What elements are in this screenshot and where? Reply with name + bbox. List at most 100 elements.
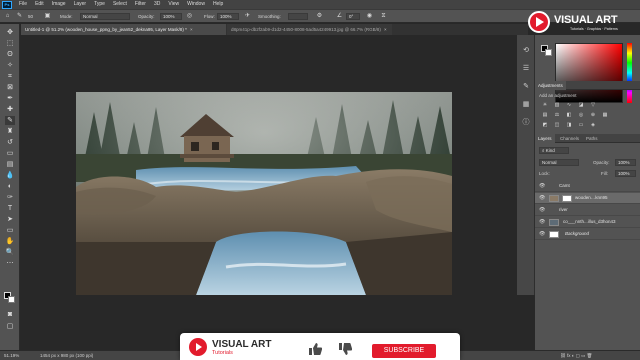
tab-untitled-1[interactable]: Untitled-1 @ 51.2% (wooden_house_ppng_by… (21, 24, 226, 35)
black-white-icon[interactable]: ◧ (565, 112, 573, 118)
menu-edit[interactable]: Edit (31, 0, 48, 9)
visibility-eye-icon[interactable]: 👁 (539, 231, 545, 237)
opacity-input[interactable]: 100% (160, 13, 182, 20)
mode-select[interactable]: Normal (80, 13, 130, 20)
layer-filter-kind[interactable]: ⌕ Kind (539, 147, 569, 154)
layer-row[interactable]: 👁 co___nnth...illus_d3hon43 (535, 217, 640, 228)
visibility-eye-icon[interactable]: 👁 (539, 183, 545, 189)
frame-tool-icon[interactable]: ⊠ (5, 83, 15, 92)
exposure-icon[interactable]: ◪ (577, 102, 585, 108)
layer-row[interactable]: 👁 river (535, 205, 640, 216)
move-tool-icon[interactable]: ✥ (5, 28, 15, 37)
vibrance-icon[interactable]: ▽ (589, 102, 597, 108)
color-balance-icon[interactable]: ⚖ (553, 112, 561, 118)
layer-thumbnail[interactable] (549, 219, 559, 226)
flow-input[interactable]: 100% (217, 13, 239, 20)
background-color-swatch[interactable] (8, 296, 15, 303)
close-icon[interactable]: × (190, 27, 193, 32)
tab-adjustments[interactable]: Adjustments (535, 81, 566, 90)
tab-layers[interactable]: Layers (535, 134, 555, 143)
visibility-eye-icon[interactable]: 👁 (539, 195, 545, 201)
visibility-eye-icon[interactable]: 👁 (539, 219, 545, 225)
pressure-opacity-icon[interactable]: ◎ (186, 13, 193, 20)
curves-icon[interactable]: ∿ (565, 102, 573, 108)
clone-stamp-tool-icon[interactable]: ♜ (5, 127, 15, 136)
thumbs-up-icon[interactable] (308, 342, 322, 356)
history-brush-tool-icon[interactable]: ↺ (5, 138, 15, 147)
document-canvas[interactable] (76, 92, 452, 295)
background-color-chip[interactable] (545, 49, 552, 56)
fill-input[interactable]: 100% (615, 170, 636, 177)
smoothing-input[interactable] (288, 13, 308, 20)
swatches-panel-icon[interactable]: ▦ (522, 101, 530, 109)
zoom-tool-icon[interactable]: 🔍 (5, 248, 15, 257)
photo-filter-icon[interactable]: ◎ (577, 112, 585, 118)
layer-mask-thumbnail[interactable] (562, 195, 572, 202)
lasso-tool-icon[interactable]: ʘ (5, 50, 15, 59)
menu-3d[interactable]: 3D (150, 0, 164, 9)
info-panel-icon[interactable]: ⓘ (522, 119, 530, 127)
blur-tool-icon[interactable]: 💧 (5, 171, 15, 180)
menu-layer[interactable]: Layer (70, 0, 91, 9)
brush-tool-preset-icon[interactable]: ✎ (16, 13, 23, 20)
menu-view[interactable]: View (164, 0, 183, 9)
layer-row[interactable]: 👁 wooden…knn95 (535, 193, 640, 204)
layers-bottom-icons[interactable]: ⛓ fx ◐ ▢ ▭ 🗑 (560, 353, 592, 359)
close-icon[interactable]: × (384, 27, 387, 32)
brightness-contrast-icon[interactable]: ☀ (541, 102, 549, 108)
quick-select-tool-icon[interactable]: ✧ (5, 61, 15, 70)
levels-icon[interactable]: ▥ (553, 102, 561, 108)
visibility-eye-icon[interactable]: 👁 (539, 207, 545, 213)
menu-type[interactable]: Type (90, 0, 109, 9)
layer-row[interactable]: 👁 Camt (535, 181, 640, 192)
symmetry-icon[interactable]: ⧖ (380, 13, 387, 20)
eyedropper-tool-icon[interactable]: ✒ (5, 94, 15, 103)
type-tool-icon[interactable]: T (5, 204, 15, 213)
more-tools-icon[interactable]: ⋯ (5, 259, 15, 268)
subscribe-button[interactable]: SUBSCRIBE (372, 344, 436, 358)
properties-panel-icon[interactable]: ☰ (522, 65, 530, 73)
marquee-tool-icon[interactable]: ⬚ (5, 39, 15, 48)
brush-settings-icon[interactable]: ▣ (44, 13, 51, 20)
quick-mask-icon[interactable]: ◙ (5, 310, 15, 319)
tab-channels[interactable]: Channels (557, 134, 582, 143)
hand-tool-icon[interactable]: ✋ (5, 237, 15, 246)
menu-file[interactable]: File (15, 0, 31, 9)
blend-mode-select[interactable]: Normal (539, 159, 579, 166)
invert-icon[interactable]: ◩ (541, 122, 549, 128)
layer-row[interactable]: 👁 Background (535, 229, 640, 240)
gradient-map-icon[interactable]: ▭ (577, 122, 585, 128)
tab-source-image[interactable]: d8pm41p-db2f2ab9-d1d2-4450-8008-5ad5a424… (227, 24, 392, 35)
brush-panel-icon[interactable]: ✎ (522, 83, 530, 91)
eraser-tool-icon[interactable]: ▭ (5, 149, 15, 158)
threshold-icon[interactable]: ◨ (565, 122, 573, 128)
dodge-tool-icon[interactable]: ◐ (5, 182, 15, 191)
menu-image[interactable]: Image (48, 0, 70, 9)
selective-color-icon[interactable]: ◈ (589, 122, 597, 128)
menu-window[interactable]: Window (183, 0, 209, 9)
posterize-icon[interactable]: ◫ (553, 122, 561, 128)
gradient-tool-icon[interactable]: ▤ (5, 160, 15, 169)
airbrush-icon[interactable]: ✈ (244, 13, 251, 20)
angle-input[interactable]: 0° (346, 13, 360, 20)
layer-opacity-input[interactable]: 100% (615, 159, 636, 166)
layer-thumbnail[interactable] (549, 231, 559, 238)
pen-tool-icon[interactable]: ✑ (5, 193, 15, 202)
smoothing-settings-icon[interactable]: ⚙ (316, 13, 323, 20)
menu-help[interactable]: Help (209, 0, 227, 9)
color-lookup-icon[interactable]: ▦ (601, 112, 609, 118)
brush-size-value[interactable]: 50 (28, 13, 33, 21)
channel-mixer-icon[interactable]: ⊕ (589, 112, 597, 118)
crop-tool-icon[interactable]: ⌗ (5, 72, 15, 81)
layer-thumbnail[interactable] (549, 195, 559, 202)
brush-tool-icon[interactable]: ✎ (5, 116, 15, 125)
hue-saturation-icon[interactable]: ▤ (541, 112, 549, 118)
rectangle-tool-icon[interactable]: ▭ (5, 226, 15, 235)
hue-slider[interactable] (627, 43, 632, 103)
screen-mode-icon[interactable]: ▢ (5, 322, 15, 331)
menu-filter[interactable]: Filter (131, 0, 150, 9)
path-selection-tool-icon[interactable]: ➤ (5, 215, 15, 224)
zoom-level[interactable]: 51.19% (4, 353, 19, 359)
menu-select[interactable]: Select (109, 0, 131, 9)
pressure-size-icon[interactable]: ◉ (366, 13, 373, 20)
